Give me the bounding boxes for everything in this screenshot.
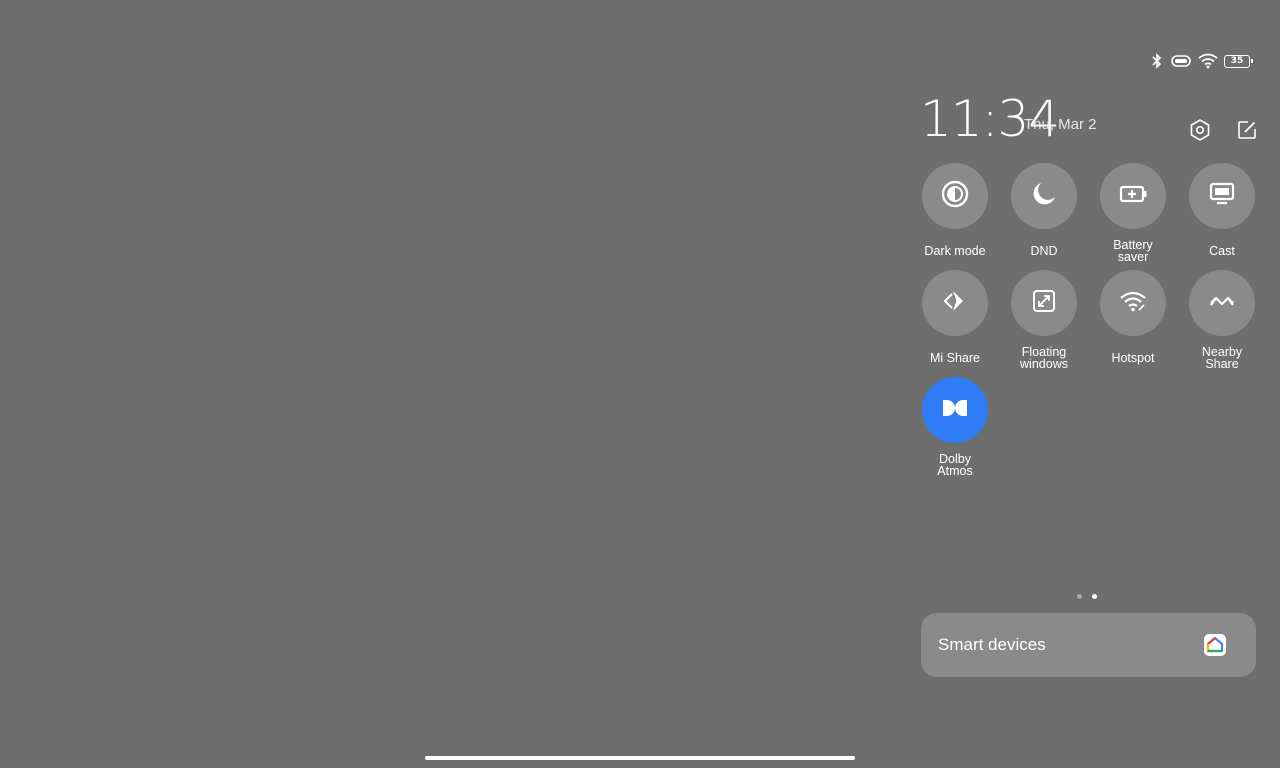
tile-dnd[interactable]: DND <box>999 163 1089 263</box>
nearby-share-icon <box>1207 291 1237 316</box>
battery-icon: 35 <box>1224 54 1253 68</box>
floating-windows-icon <box>1031 288 1057 319</box>
date-text: Thu, Mar 2 <box>1024 116 1097 133</box>
tile-dolby-atmos[interactable]: Dolby Atmos <box>910 377 1000 477</box>
control-center-screen: 35 11:34 Thu, Mar 2 Dark mode DND Batter… <box>0 0 1280 768</box>
tile-label: Mi Share <box>929 351 981 365</box>
google-home-icon <box>1204 634 1226 656</box>
tile-label: Floating windows <box>1020 345 1068 371</box>
dolby-icon <box>941 398 969 423</box>
tile-hotspot[interactable]: Hotspot <box>1088 270 1178 370</box>
smart-devices-label: Smart devices <box>938 635 1046 654</box>
tile-dnd-button[interactable] <box>1011 163 1077 229</box>
tile-label: Dolby Atmos <box>937 452 973 478</box>
tile-floating-windows-button[interactable] <box>1011 270 1077 336</box>
page-dot-1[interactable] <box>1077 594 1082 599</box>
tile-mi-share-button[interactable] <box>922 270 988 336</box>
tile-dark-mode[interactable]: Dark mode <box>910 163 1000 263</box>
tile-label: Nearby Share <box>1201 345 1243 371</box>
edit-icon[interactable] <box>1235 118 1259 142</box>
tile-label: Cast <box>1209 244 1235 258</box>
status-bar: 35 <box>1150 52 1260 70</box>
moon-icon <box>1030 180 1058 213</box>
dark-mode-icon <box>941 180 969 213</box>
hotspot-icon <box>1118 289 1148 318</box>
tile-dolby-atmos-button[interactable] <box>922 377 988 443</box>
mi-share-icon <box>941 287 969 320</box>
tile-battery-saver[interactable]: Battery saver <box>1088 163 1178 263</box>
tile-nearby-share[interactable]: Nearby Share <box>1177 270 1267 370</box>
wifi-icon <box>1198 53 1218 69</box>
tile-label: DND <box>1030 244 1058 258</box>
page-dot-2[interactable] <box>1092 594 1097 599</box>
tile-dark-mode-button[interactable] <box>922 163 988 229</box>
tile-label: Battery saver <box>1113 238 1153 264</box>
settings-icon[interactable] <box>1188 118 1212 142</box>
tile-nearby-share-button[interactable] <box>1189 270 1255 336</box>
page-indicator <box>1077 594 1097 599</box>
tile-label: Dark mode <box>924 244 986 258</box>
tile-hotspot-button[interactable] <box>1100 270 1166 336</box>
tile-cast-button[interactable] <box>1189 163 1255 229</box>
gesture-nav-handle[interactable] <box>425 756 855 760</box>
tile-floating-windows[interactable]: Floating windows <box>999 270 1089 370</box>
tile-label: Hotspot <box>1111 351 1155 365</box>
tile-battery-saver-button[interactable] <box>1100 163 1166 229</box>
bluetooth-icon <box>1150 53 1164 69</box>
tile-mi-share[interactable]: Mi Share <box>910 270 1000 370</box>
cast-icon <box>1208 181 1236 212</box>
vibrate-icon <box>1170 54 1192 68</box>
smart-devices-button[interactable]: Smart devices <box>921 613 1256 677</box>
battery-saver-icon <box>1118 182 1148 211</box>
tile-cast[interactable]: Cast <box>1177 163 1267 263</box>
